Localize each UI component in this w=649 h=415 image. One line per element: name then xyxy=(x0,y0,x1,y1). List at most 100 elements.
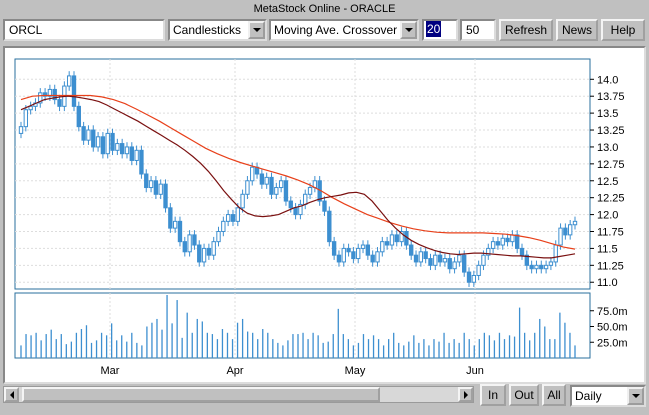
candle-body[interactable] xyxy=(307,187,313,195)
scroll-left-icon[interactable] xyxy=(4,387,19,402)
horizontal-scrollbar[interactable] xyxy=(3,386,474,403)
period-short-input[interactable]: 20 xyxy=(422,19,458,41)
candle-body[interactable] xyxy=(462,254,467,273)
candle-body[interactable] xyxy=(264,176,269,185)
candle-body[interactable] xyxy=(423,251,428,260)
candle-body[interactable] xyxy=(418,251,424,263)
candle-body[interactable] xyxy=(322,200,327,212)
candle-body[interactable] xyxy=(216,231,221,243)
candle-body[interactable] xyxy=(139,149,144,175)
candle-body[interactable] xyxy=(144,173,149,189)
candle-body[interactable] xyxy=(23,109,29,128)
candle-body[interactable] xyxy=(452,261,457,270)
chevron-down-icon[interactable] xyxy=(627,387,644,405)
candle-body[interactable] xyxy=(134,149,139,161)
candle-body[interactable] xyxy=(274,187,279,195)
candle-body[interactable] xyxy=(428,258,433,266)
candle-body[interactable] xyxy=(201,247,207,263)
candle-body[interactable] xyxy=(293,207,298,216)
candle-body[interactable] xyxy=(259,173,265,185)
candle-body[interactable] xyxy=(288,200,293,209)
candle-body[interactable] xyxy=(177,220,183,243)
candle-body[interactable] xyxy=(529,264,534,270)
symbol-input[interactable]: ORCL xyxy=(3,19,165,41)
chevron-down-icon[interactable] xyxy=(248,21,265,39)
candle-body[interactable] xyxy=(409,244,414,256)
candle-body[interactable] xyxy=(567,224,573,236)
candle-body[interactable] xyxy=(245,180,250,195)
candle-body[interactable] xyxy=(457,254,462,263)
interval-select[interactable]: Daily xyxy=(570,385,646,407)
candle-body[interactable] xyxy=(476,264,481,276)
candle-body[interactable] xyxy=(563,227,568,236)
candle-body[interactable] xyxy=(553,244,558,263)
help-button[interactable]: Help xyxy=(601,19,645,41)
candle-body[interactable] xyxy=(76,105,81,128)
candle-body[interactable] xyxy=(490,241,496,249)
candle-body[interactable] xyxy=(91,129,96,148)
candle-body[interactable] xyxy=(370,254,375,263)
candle-body[interactable] xyxy=(413,254,419,263)
candle-body[interactable] xyxy=(572,220,578,226)
candle-body[interactable] xyxy=(95,136,101,148)
show-all-button[interactable]: All xyxy=(542,384,566,406)
candle-body[interactable] xyxy=(351,251,356,260)
candle-body[interactable] xyxy=(221,220,226,232)
candle-body[interactable] xyxy=(71,75,77,107)
candle-body[interactable] xyxy=(100,136,106,155)
candle-body[interactable] xyxy=(168,207,173,229)
news-button[interactable]: News xyxy=(556,19,598,41)
candle-body[interactable] xyxy=(158,183,163,195)
candle-body[interactable] xyxy=(500,237,505,246)
candle-body[interactable] xyxy=(389,234,395,246)
candle-body[interactable] xyxy=(148,180,154,189)
candle-body[interactable] xyxy=(278,180,284,189)
candle-body[interactable] xyxy=(182,241,187,253)
candle-body[interactable] xyxy=(129,146,134,161)
candle-body[interactable] xyxy=(548,261,554,266)
candle-body[interactable] xyxy=(235,207,240,222)
candle-body[interactable] xyxy=(447,258,452,270)
candle-body[interactable] xyxy=(505,237,510,243)
candle-body[interactable] xyxy=(105,132,110,155)
candle-body[interactable] xyxy=(380,241,385,253)
refresh-button[interactable]: Refresh xyxy=(499,19,553,41)
candle-body[interactable] xyxy=(240,193,245,209)
candle-body[interactable] xyxy=(18,126,24,134)
zoom-out-button[interactable]: Out xyxy=(509,384,539,406)
candle-body[interactable] xyxy=(163,183,168,209)
candle-body[interactable] xyxy=(466,271,472,283)
indicator-select[interactable]: Moving Ave. Crossover xyxy=(269,19,419,41)
zoom-in-button[interactable]: In xyxy=(480,384,506,406)
candle-body[interactable] xyxy=(250,166,255,182)
candle-body[interactable] xyxy=(365,244,371,256)
candle-body[interactable] xyxy=(495,241,501,246)
candle-body[interactable] xyxy=(437,254,443,263)
candle-body[interactable] xyxy=(394,234,399,243)
candle-body[interactable] xyxy=(211,241,216,256)
candle-body[interactable] xyxy=(115,143,120,151)
candle-body[interactable] xyxy=(471,274,477,283)
scroll-thumb[interactable] xyxy=(22,387,380,402)
candle-body[interactable] xyxy=(81,126,86,141)
candle-body[interactable] xyxy=(327,210,332,243)
candle-body[interactable] xyxy=(206,247,212,256)
candle-body[interactable] xyxy=(543,264,549,270)
candle-body[interactable] xyxy=(534,264,539,270)
candle-body[interactable] xyxy=(558,227,563,246)
candle-body[interactable] xyxy=(442,258,448,263)
candle-body[interactable] xyxy=(28,105,33,111)
scroll-right-icon[interactable] xyxy=(458,387,473,402)
candle-body[interactable] xyxy=(124,146,130,155)
candle-body[interactable] xyxy=(283,180,289,202)
candle-body[interactable] xyxy=(187,234,192,253)
candle-body[interactable] xyxy=(341,247,346,263)
candle-body[interactable] xyxy=(481,254,486,266)
candle-body[interactable] xyxy=(519,247,525,256)
candle-body[interactable] xyxy=(356,247,361,260)
chevron-down-icon[interactable] xyxy=(400,21,417,39)
candle-body[interactable] xyxy=(384,241,390,246)
candle-body[interactable] xyxy=(172,220,178,229)
candle-body[interactable] xyxy=(375,251,380,263)
candle-body[interactable] xyxy=(346,247,351,253)
